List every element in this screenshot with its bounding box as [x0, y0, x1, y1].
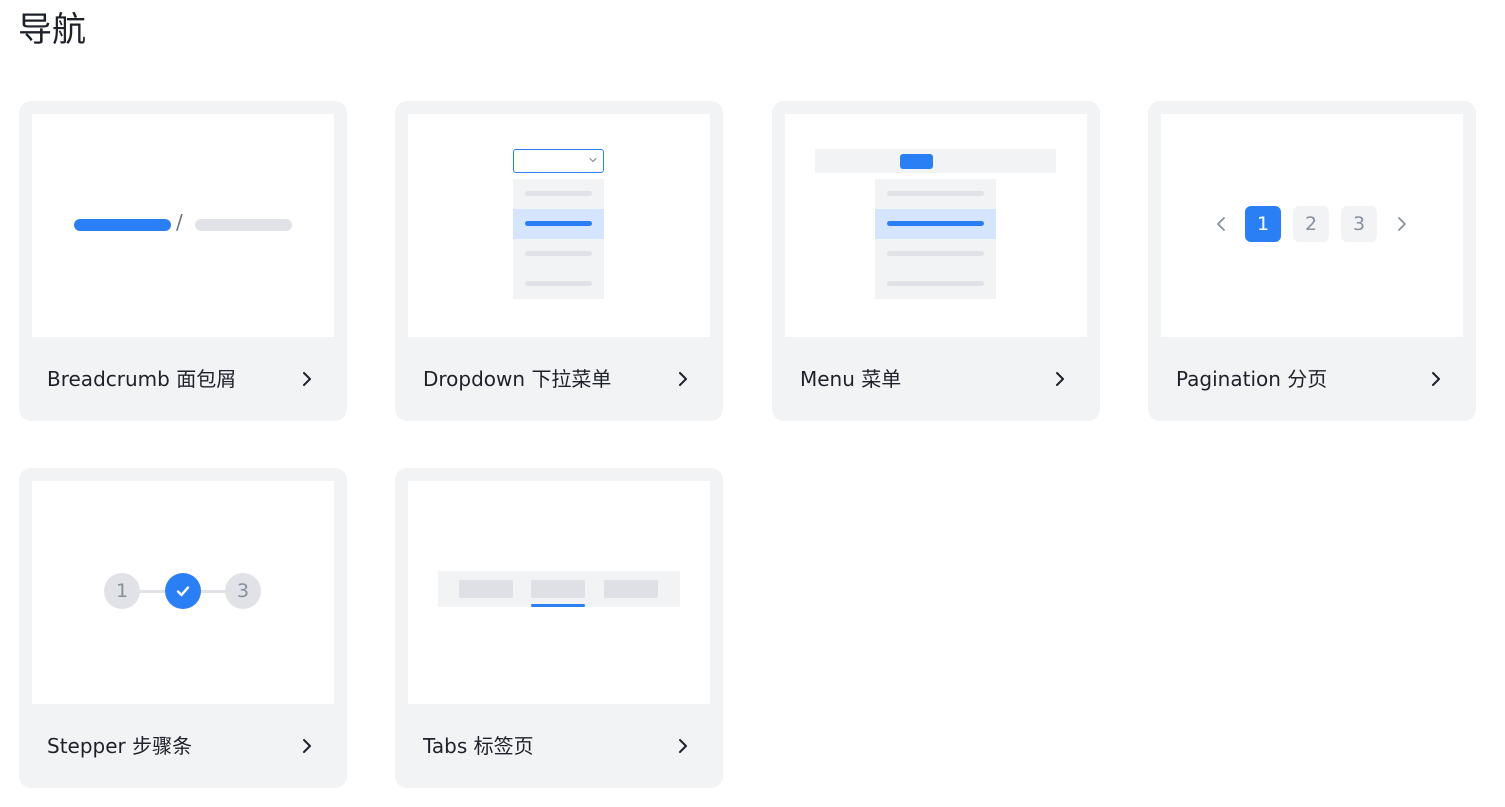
breadcrumb-next-item	[195, 219, 292, 231]
stepper-connector	[139, 590, 165, 593]
card-tabs[interactable]: Tabs 标签页	[395, 468, 723, 788]
pagination-page: 2	[1293, 206, 1329, 242]
card-footer: Breadcrumb 面包屑	[19, 337, 347, 421]
stepper-step: 1	[104, 573, 140, 609]
page-title: 导航	[18, 10, 86, 50]
dropdown-item-selected	[513, 209, 604, 239]
pagination-page: 3	[1341, 206, 1377, 242]
card-stepper[interactable]: 1 3 Stepper 步骤条	[19, 468, 347, 788]
card-label: Menu 菜单	[800, 367, 902, 391]
card-label: Tabs 标签页	[423, 734, 534, 758]
stepper-connector	[200, 590, 226, 593]
card-dropdown[interactable]: Dropdown 下拉菜单	[395, 101, 723, 421]
chevron-left-icon	[1217, 217, 1225, 231]
dropdown-select	[513, 149, 604, 173]
pagination-page-current: 1	[1245, 206, 1281, 242]
card-footer: Stepper 步骤条	[19, 704, 347, 788]
card-label: Stepper 步骤条	[47, 734, 193, 758]
menu-list	[875, 179, 996, 299]
stepper-preview: 1 3	[32, 481, 334, 704]
tab-item-active	[531, 580, 585, 598]
check-icon	[176, 586, 190, 597]
stepper-step: 3	[225, 573, 261, 609]
tab-active-indicator	[531, 604, 585, 607]
breadcrumb-active-item	[74, 219, 171, 231]
menu-bar	[815, 149, 1056, 173]
tab-item	[604, 580, 658, 598]
card-footer: Tabs 标签页	[395, 704, 723, 788]
menu-active-item	[900, 154, 933, 169]
tab-item	[459, 580, 513, 598]
dropdown-item	[513, 179, 604, 209]
card-footer: Dropdown 下拉菜单	[395, 337, 723, 421]
menu-item-selected	[875, 209, 996, 239]
menu-item	[875, 269, 996, 299]
menu-preview	[785, 114, 1087, 337]
dropdown-list	[513, 179, 604, 299]
card-label: Pagination 分页	[1176, 367, 1328, 391]
pagination-preview: 1 2 3	[1161, 114, 1463, 337]
card-pagination[interactable]: 1 2 3 Pagination 分页	[1148, 101, 1476, 421]
chevron-right-icon[interactable]	[297, 369, 317, 389]
chevron-down-icon	[589, 157, 597, 163]
chevron-right-icon[interactable]	[1426, 369, 1446, 389]
menu-item	[875, 179, 996, 209]
chevron-right-icon[interactable]	[673, 736, 693, 756]
card-menu[interactable]: Menu 菜单	[772, 101, 1100, 421]
card-footer: Menu 菜单	[772, 337, 1100, 421]
dropdown-item	[513, 269, 604, 299]
chevron-right-icon[interactable]	[673, 369, 693, 389]
card-footer: Pagination 分页	[1148, 337, 1476, 421]
dropdown-preview	[408, 114, 710, 337]
breadcrumb-separator: /	[176, 210, 183, 234]
tabs-preview	[408, 481, 710, 704]
chevron-right-icon[interactable]	[1050, 369, 1070, 389]
card-label: Breadcrumb 面包屑	[47, 367, 237, 391]
tabs-bar	[438, 571, 680, 607]
breadcrumb-preview: /	[32, 114, 334, 337]
menu-item	[875, 239, 996, 269]
stepper-step-completed	[165, 573, 201, 609]
card-breadcrumb[interactable]: / Breadcrumb 面包屑	[19, 101, 347, 421]
chevron-right-icon	[1398, 217, 1406, 231]
chevron-right-icon[interactable]	[297, 736, 317, 756]
dropdown-item	[513, 239, 604, 269]
card-label: Dropdown 下拉菜单	[423, 367, 612, 391]
